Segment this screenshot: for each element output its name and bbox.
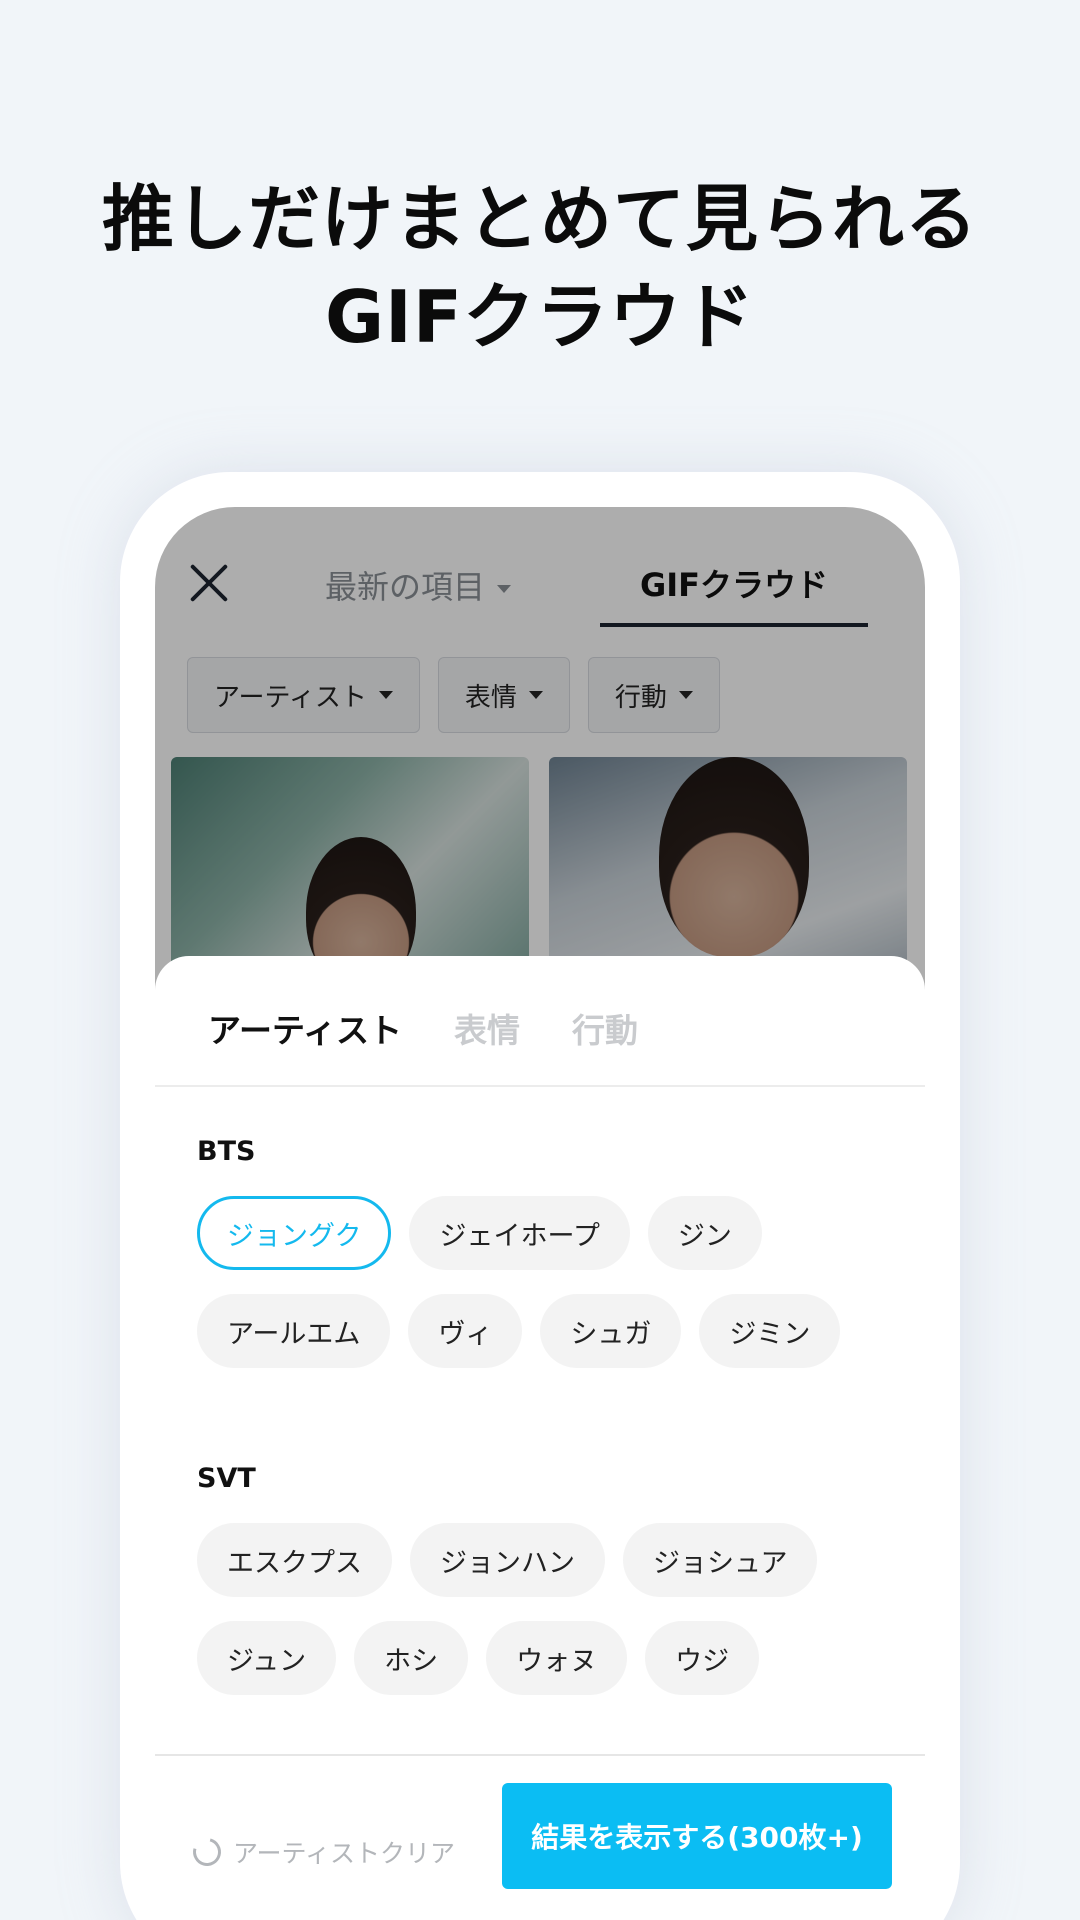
member-chip[interactable]: ジュン: [197, 1621, 337, 1695]
member-chips-svt: エスクプス ジョンハン ジョシュア ジュン ホシ ウォヌ ウジ: [197, 1523, 897, 1695]
member-chip[interactable]: シュガ: [540, 1294, 682, 1368]
sheet-footer: アーティストクリア 結果を表示する(300枚+): [155, 1754, 925, 1920]
clear-artist-label: アーティストクリア: [233, 1839, 456, 1868]
member-chip[interactable]: ホシ: [354, 1621, 469, 1695]
member-chips-bts: ジョングク ジェイホープ ジン アールエム ヴィ シュガ ジミン: [197, 1196, 897, 1368]
refresh-icon: [187, 1832, 227, 1872]
group-title-bts: BTS: [197, 1136, 256, 1167]
member-chip[interactable]: ジン: [647, 1196, 762, 1270]
member-chip[interactable]: ジェイホープ: [409, 1196, 630, 1270]
divider: [155, 1085, 925, 1087]
sheet-tab-artist[interactable]: アーティスト: [208, 1004, 402, 1052]
sheet-tabs: アーティスト 表情 行動: [208, 1004, 638, 1052]
member-chip[interactable]: エスクプス: [197, 1523, 392, 1597]
member-chip[interactable]: アールエム: [197, 1294, 391, 1368]
clear-artist-button[interactable]: アーティストクリア: [187, 1832, 456, 1872]
member-chip[interactable]: ヴィ: [408, 1294, 523, 1368]
show-results-button[interactable]: 結果を表示する(300枚+): [502, 1783, 892, 1889]
member-chip[interactable]: ジョンハン: [410, 1523, 605, 1597]
member-chip[interactable]: ジミン: [699, 1294, 841, 1368]
member-chip[interactable]: ウジ: [645, 1621, 760, 1695]
member-chip[interactable]: ウォヌ: [486, 1621, 628, 1695]
group-title-svt: SVT: [197, 1463, 256, 1494]
member-chip[interactable]: ジョシュア: [623, 1523, 818, 1597]
headline-line-1: 推しだけまとめて見られる: [101, 177, 978, 261]
sheet-tab-action[interactable]: 行動: [572, 1004, 638, 1052]
sheet-tab-expression[interactable]: 表情: [454, 1004, 520, 1052]
headline-line-2: GIFクラウド: [324, 275, 756, 359]
headline: 推しだけまとめて見られる GIFクラウド: [0, 170, 1080, 366]
phone-screen: 最新の項目 GIFクラウド アーティスト 表情 行動 アーティスト 表情 行動 …: [155, 507, 925, 1920]
member-chip[interactable]: ジョングク: [197, 1196, 392, 1270]
